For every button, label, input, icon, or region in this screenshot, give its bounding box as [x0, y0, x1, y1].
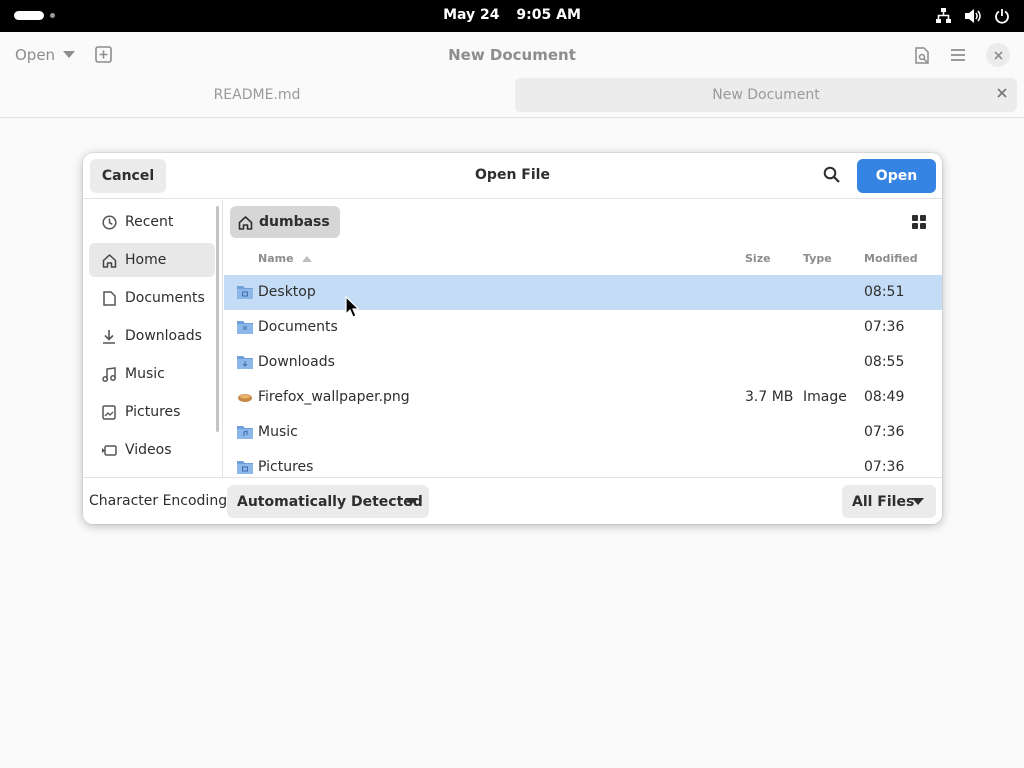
file-row[interactable]: Firefox_wallpaper.png 3.7 MB Image 08:49	[224, 380, 942, 415]
document-icon	[102, 290, 116, 306]
sidebar-item-downloads[interactable]: Downloads	[89, 319, 215, 353]
dialog-header: Cancel Open File Open	[83, 153, 942, 199]
file-row[interactable]: Desktop 08:51	[224, 275, 942, 310]
hamburger-menu-icon[interactable]	[950, 48, 966, 62]
clock-date: May 24	[443, 7, 500, 23]
network-icon	[936, 8, 951, 23]
sidebar-item-label: Home	[125, 252, 167, 268]
file-row[interactable]: Music 07:36	[224, 415, 942, 450]
file-name: Firefox_wallpaper.png	[258, 389, 410, 405]
clock[interactable]: May 24 9:05 AM	[0, 7, 1024, 23]
window-title: New Document	[448, 46, 576, 64]
column-header-type[interactable]: Type	[803, 252, 832, 265]
grid-view-icon[interactable]	[912, 215, 926, 229]
file-size: 3.7 MB	[745, 389, 794, 405]
file-list-pane: dumbass Name Size Type Modified Desktop …	[224, 200, 942, 477]
file-modified: 08:55	[864, 354, 905, 370]
open-button[interactable]: Open	[857, 159, 936, 193]
file-name: Desktop	[258, 284, 316, 300]
file-filter-dropdown[interactable]: All Files	[842, 485, 936, 518]
sidebar-item-label: Documents	[125, 290, 205, 306]
sidebar-item-pictures[interactable]: Pictures	[89, 395, 215, 429]
close-icon	[993, 50, 1003, 60]
encoding-value: Automatically Detected	[237, 493, 423, 510]
mouse-pointer-icon	[345, 296, 359, 318]
download-icon	[103, 329, 115, 344]
dialog-title: Open File	[475, 167, 550, 183]
file-modified: 07:36	[864, 459, 905, 475]
window-close-button[interactable]	[986, 43, 1010, 67]
music-icon	[102, 366, 116, 382]
search-icon[interactable]	[823, 166, 841, 184]
file-modified: 08:51	[864, 284, 905, 300]
breadcrumb-label: dumbass	[259, 214, 330, 230]
sidebar-item-recent[interactable]: Recent	[89, 205, 215, 239]
column-header-modified[interactable]: Modified	[864, 252, 918, 265]
dialog-footer: Character Encoding: Automatically Detect…	[83, 477, 942, 524]
sidebar-item-videos[interactable]: Videos	[89, 433, 215, 467]
chevron-down-icon	[405, 498, 417, 505]
file-row[interactable]: Downloads 08:55	[224, 345, 942, 380]
file-name: Documents	[258, 319, 338, 335]
file-type: Image	[803, 389, 847, 405]
folder-icon	[237, 321, 253, 334]
system-tray[interactable]	[935, 7, 1010, 24]
sidebar-item-label: Music	[125, 366, 165, 382]
picture-icon	[102, 404, 116, 420]
tab-label: README.md	[213, 87, 301, 103]
file-name: Music	[258, 424, 298, 440]
top-bar: May 24 9:05 AM	[0, 0, 1024, 32]
tab-close-icon[interactable]	[997, 88, 1007, 98]
file-name: Downloads	[258, 354, 335, 370]
encoding-label: Character Encoding:	[89, 493, 232, 509]
volume-icon	[965, 8, 981, 23]
chevron-down-icon	[912, 498, 924, 505]
column-header-size[interactable]: Size	[745, 252, 771, 265]
folder-icon	[237, 461, 253, 474]
sidebar-item-label: Pictures	[125, 404, 181, 420]
breadcrumb-home-button[interactable]: dumbass	[230, 206, 340, 238]
file-modified: 07:36	[864, 319, 905, 335]
file-modified: 08:49	[864, 389, 905, 405]
home-icon	[238, 215, 253, 230]
sidebar-scrollbar[interactable]	[216, 206, 219, 432]
sidebar-item-music[interactable]: Music	[89, 357, 215, 391]
tab-bar: README.md New Document	[0, 78, 1024, 118]
folder-icon	[237, 426, 253, 439]
encoding-dropdown[interactable]: Automatically Detected	[227, 485, 429, 518]
file-row[interactable]: Documents 07:36	[224, 310, 942, 345]
file-modified: 07:36	[864, 424, 905, 440]
column-header-name-label: Name	[258, 252, 294, 265]
editor-header-bar: Open New Document	[0, 32, 1024, 78]
folder-icon	[237, 356, 253, 369]
open-file-dialog: Cancel Open File Open Recent Home Docume…	[83, 153, 942, 524]
clock-time: 9:05 AM	[516, 7, 581, 23]
tab-readme[interactable]: README.md	[0, 78, 514, 112]
file-filter-value: All Files	[852, 493, 915, 510]
document-search-icon[interactable]	[914, 46, 930, 64]
power-icon	[995, 8, 1009, 24]
sidebar-item-label: Videos	[125, 442, 172, 458]
video-icon	[102, 444, 117, 456]
sidebar-item-label: Recent	[125, 214, 174, 230]
places-sidebar: Recent Home Documents Downloads Music Pi…	[83, 200, 223, 477]
image-file-icon	[238, 394, 252, 402]
column-header-name[interactable]: Name	[258, 252, 312, 265]
sidebar-item-label: Downloads	[125, 328, 202, 344]
sidebar-item-documents[interactable]: Documents	[89, 281, 215, 315]
tab-new-document[interactable]: New Document	[515, 78, 1017, 112]
sort-ascending-icon	[301, 255, 312, 262]
clock-icon	[101, 214, 117, 230]
tab-label: New Document	[712, 87, 820, 103]
sidebar-item-home[interactable]: Home	[89, 243, 215, 277]
home-icon	[102, 253, 116, 268]
folder-icon	[237, 286, 253, 299]
file-name: Pictures	[258, 459, 314, 475]
